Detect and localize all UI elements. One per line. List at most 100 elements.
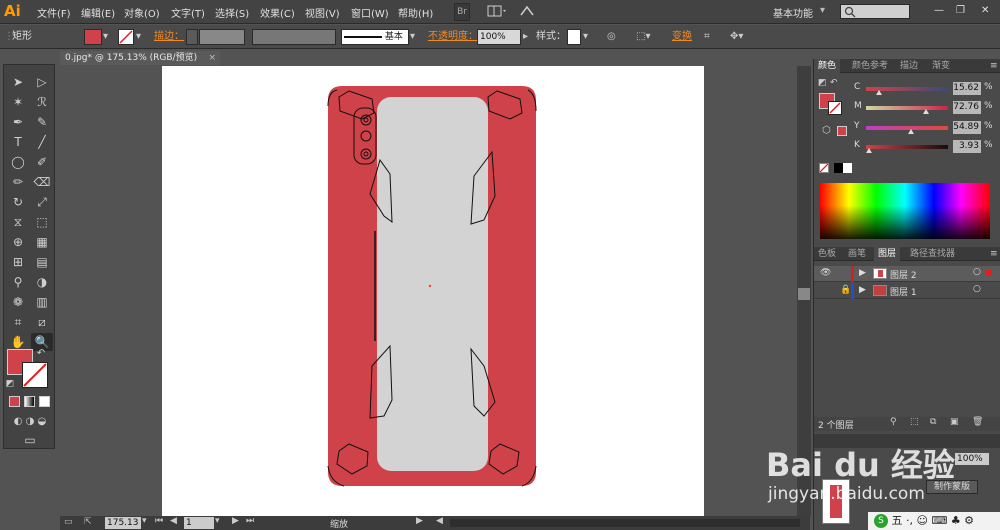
target-icon[interactable]: ○ (973, 267, 981, 277)
shape-builder-tool-icon[interactable]: ⊕ (7, 233, 29, 251)
gradient-mode-icon[interactable] (24, 396, 35, 407)
screen-mode-icon[interactable]: ▭ (18, 431, 42, 449)
cyan-value[interactable]: 15.62 (953, 82, 981, 95)
brush-dropdown-icon[interactable]: ▾ (410, 29, 415, 45)
magenta-slider[interactable] (866, 106, 948, 110)
artboard-number-input[interactable]: 1 (184, 517, 214, 529)
menu-effect[interactable]: 效果(C) (260, 5, 295, 20)
target-icon[interactable]: ○ (973, 284, 981, 294)
menu-object[interactable]: 对象(O) (124, 5, 160, 20)
yellow-value[interactable]: 54.89 (953, 121, 981, 134)
tab-brushes[interactable]: 画笔 (844, 247, 870, 261)
swap-fill-stroke-icon[interactable]: ↶ (34, 345, 48, 363)
graphic-style-swatch[interactable] (567, 29, 581, 45)
none-mode-icon[interactable] (39, 396, 50, 407)
panel-stroke-swatch[interactable] (828, 101, 842, 115)
next-artboard-icon[interactable]: ▶ (232, 516, 239, 526)
close-window-icon[interactable]: ✕ (981, 5, 989, 16)
stroke-label[interactable]: 描边： (154, 29, 184, 45)
mesh-tool-icon[interactable]: ⊞ (7, 253, 29, 271)
layer-name[interactable]: 图层 2 (890, 268, 917, 281)
swap-colors-icon[interactable]: ↶ (830, 78, 838, 88)
black-value[interactable]: 3.93 (953, 140, 981, 153)
locate-object-icon[interactable]: ⚲ (890, 417, 897, 427)
isolate-object-icon[interactable]: ⌗ (704, 29, 710, 45)
tab-gradient[interactable]: 渐变 (928, 59, 954, 73)
lasso-tool-icon[interactable]: ℛ (31, 93, 53, 111)
pencil-tool-icon[interactable]: ✏ (7, 173, 29, 191)
perspective-grid-tool-icon[interactable]: ▦ (31, 233, 53, 251)
stroke-weight-input[interactable] (199, 29, 245, 45)
clipping-mask-icon[interactable]: ⬚ (910, 417, 919, 427)
direct-selection-tool-icon[interactable]: ▷ (31, 73, 53, 91)
draw-mode-icons[interactable]: ◐ ◑ ◒ (6, 413, 54, 431)
stroke-weight-stepper[interactable] (186, 29, 198, 45)
gradient-tool-icon[interactable]: ▤ (31, 253, 53, 271)
scale-tool-icon[interactable]: ⤢ (31, 193, 53, 211)
tab-color-guide[interactable]: 颜色参考 (848, 59, 892, 73)
hscroll-left-icon[interactable]: ◀ (436, 516, 443, 526)
cyan-slider-knob[interactable] (875, 90, 882, 95)
black-color-button[interactable] (834, 163, 843, 173)
new-layer-icon[interactable]: ▣ (950, 417, 959, 427)
eyedropper-tool-icon[interactable]: ⚲ (7, 273, 29, 291)
tab-stroke[interactable]: 描边 (896, 59, 922, 73)
document-tab[interactable]: 0.jpg* @ 175.13% (RGB/预览) × (60, 51, 220, 65)
magic-wand-tool-icon[interactable]: ✶ (7, 93, 29, 111)
layers-menu-icon[interactable]: ≡ (986, 247, 1000, 261)
gpu-performance-icon[interactable] (517, 3, 537, 21)
workspace-switcher[interactable]: 基本功能 (773, 5, 813, 20)
share-icon[interactable]: ▭ (64, 517, 73, 527)
black-slider[interactable] (866, 145, 948, 149)
lock-icon[interactable]: 🔒 (840, 285, 851, 295)
layer-name[interactable]: 图层 1 (890, 285, 917, 298)
selection-indicator[interactable] (986, 270, 992, 276)
panel-menu-icon[interactable]: ≡ (986, 59, 1000, 73)
zoom-dropdown-icon[interactable]: ▾ (142, 516, 147, 526)
type-tool-icon[interactable]: T (7, 133, 29, 151)
tab-layers[interactable]: 图层 (874, 247, 901, 261)
last-artboard-icon[interactable]: ⏭ (246, 516, 254, 526)
status-menu-icon[interactable]: ▶ (416, 516, 423, 526)
column-graph-tool-icon[interactable]: ▥ (31, 293, 53, 311)
export-icon[interactable]: ⇱ (84, 517, 92, 527)
line-segment-tool-icon[interactable]: ╱ (31, 133, 53, 151)
menu-select[interactable]: 选择(S) (215, 5, 249, 20)
tab-pathfinder[interactable]: 路径查找器 (906, 247, 959, 261)
menu-help[interactable]: 帮助(H) (398, 5, 433, 20)
artboard-dropdown-icon[interactable]: ▾ (215, 516, 220, 526)
recolor-artwork-icon[interactable]: ◎ (607, 29, 616, 45)
color-spectrum[interactable] (820, 183, 990, 239)
search-input[interactable] (840, 4, 910, 19)
white-color-button[interactable] (843, 163, 852, 173)
menu-window[interactable]: 窗口(W) (351, 5, 389, 20)
black-slider-knob[interactable] (866, 148, 873, 153)
minimize-icon[interactable]: — (934, 5, 944, 16)
paintbrush-tool-icon[interactable]: ✐ (31, 153, 53, 171)
free-transform-tool-icon[interactable]: ⬚ (31, 213, 53, 231)
tab-color[interactable]: 颜色 (814, 59, 841, 73)
more-options-icon[interactable]: ✥▾ (730, 29, 743, 45)
artboard-tool-icon[interactable]: ⌗ (7, 313, 29, 331)
blend-tool-icon[interactable]: ◑ (31, 273, 53, 291)
zoom-level-input[interactable]: 175.13 (105, 517, 141, 529)
layer-row-2[interactable]: 👁 ▶ 图层 2 ○ (814, 266, 1000, 282)
default-colors-icon[interactable]: ◩ (4, 375, 16, 393)
yellow-slider-knob[interactable] (908, 129, 914, 134)
ime-status[interactable]: 五 ·, ☺ ⌨ ♣ ⚙ (892, 514, 975, 527)
curvature-tool-icon[interactable]: ✎ (31, 113, 53, 131)
menu-view[interactable]: 视图(V) (305, 5, 340, 20)
previous-artboard-icon[interactable]: ◀ (170, 516, 177, 526)
opacity-input[interactable]: 100% (477, 29, 521, 45)
ellipse-tool-icon[interactable]: ◯ (7, 153, 29, 171)
expand-layer-icon[interactable]: ▶ (859, 285, 866, 295)
expand-layer-icon[interactable]: ▶ (859, 268, 866, 278)
width-tool-icon[interactable]: ⧖ (7, 213, 29, 231)
pen-tool-icon[interactable]: ✒ (7, 113, 29, 131)
gamut-swatch[interactable] (837, 126, 847, 136)
arrange-documents-icon[interactable] (484, 3, 510, 21)
selection-tool-icon[interactable]: ➤ (7, 73, 29, 91)
color-mode-icon[interactable] (9, 396, 20, 407)
align-options-icon[interactable]: ⬚▾ (636, 29, 650, 45)
horizontal-scrollbar[interactable] (450, 519, 800, 527)
